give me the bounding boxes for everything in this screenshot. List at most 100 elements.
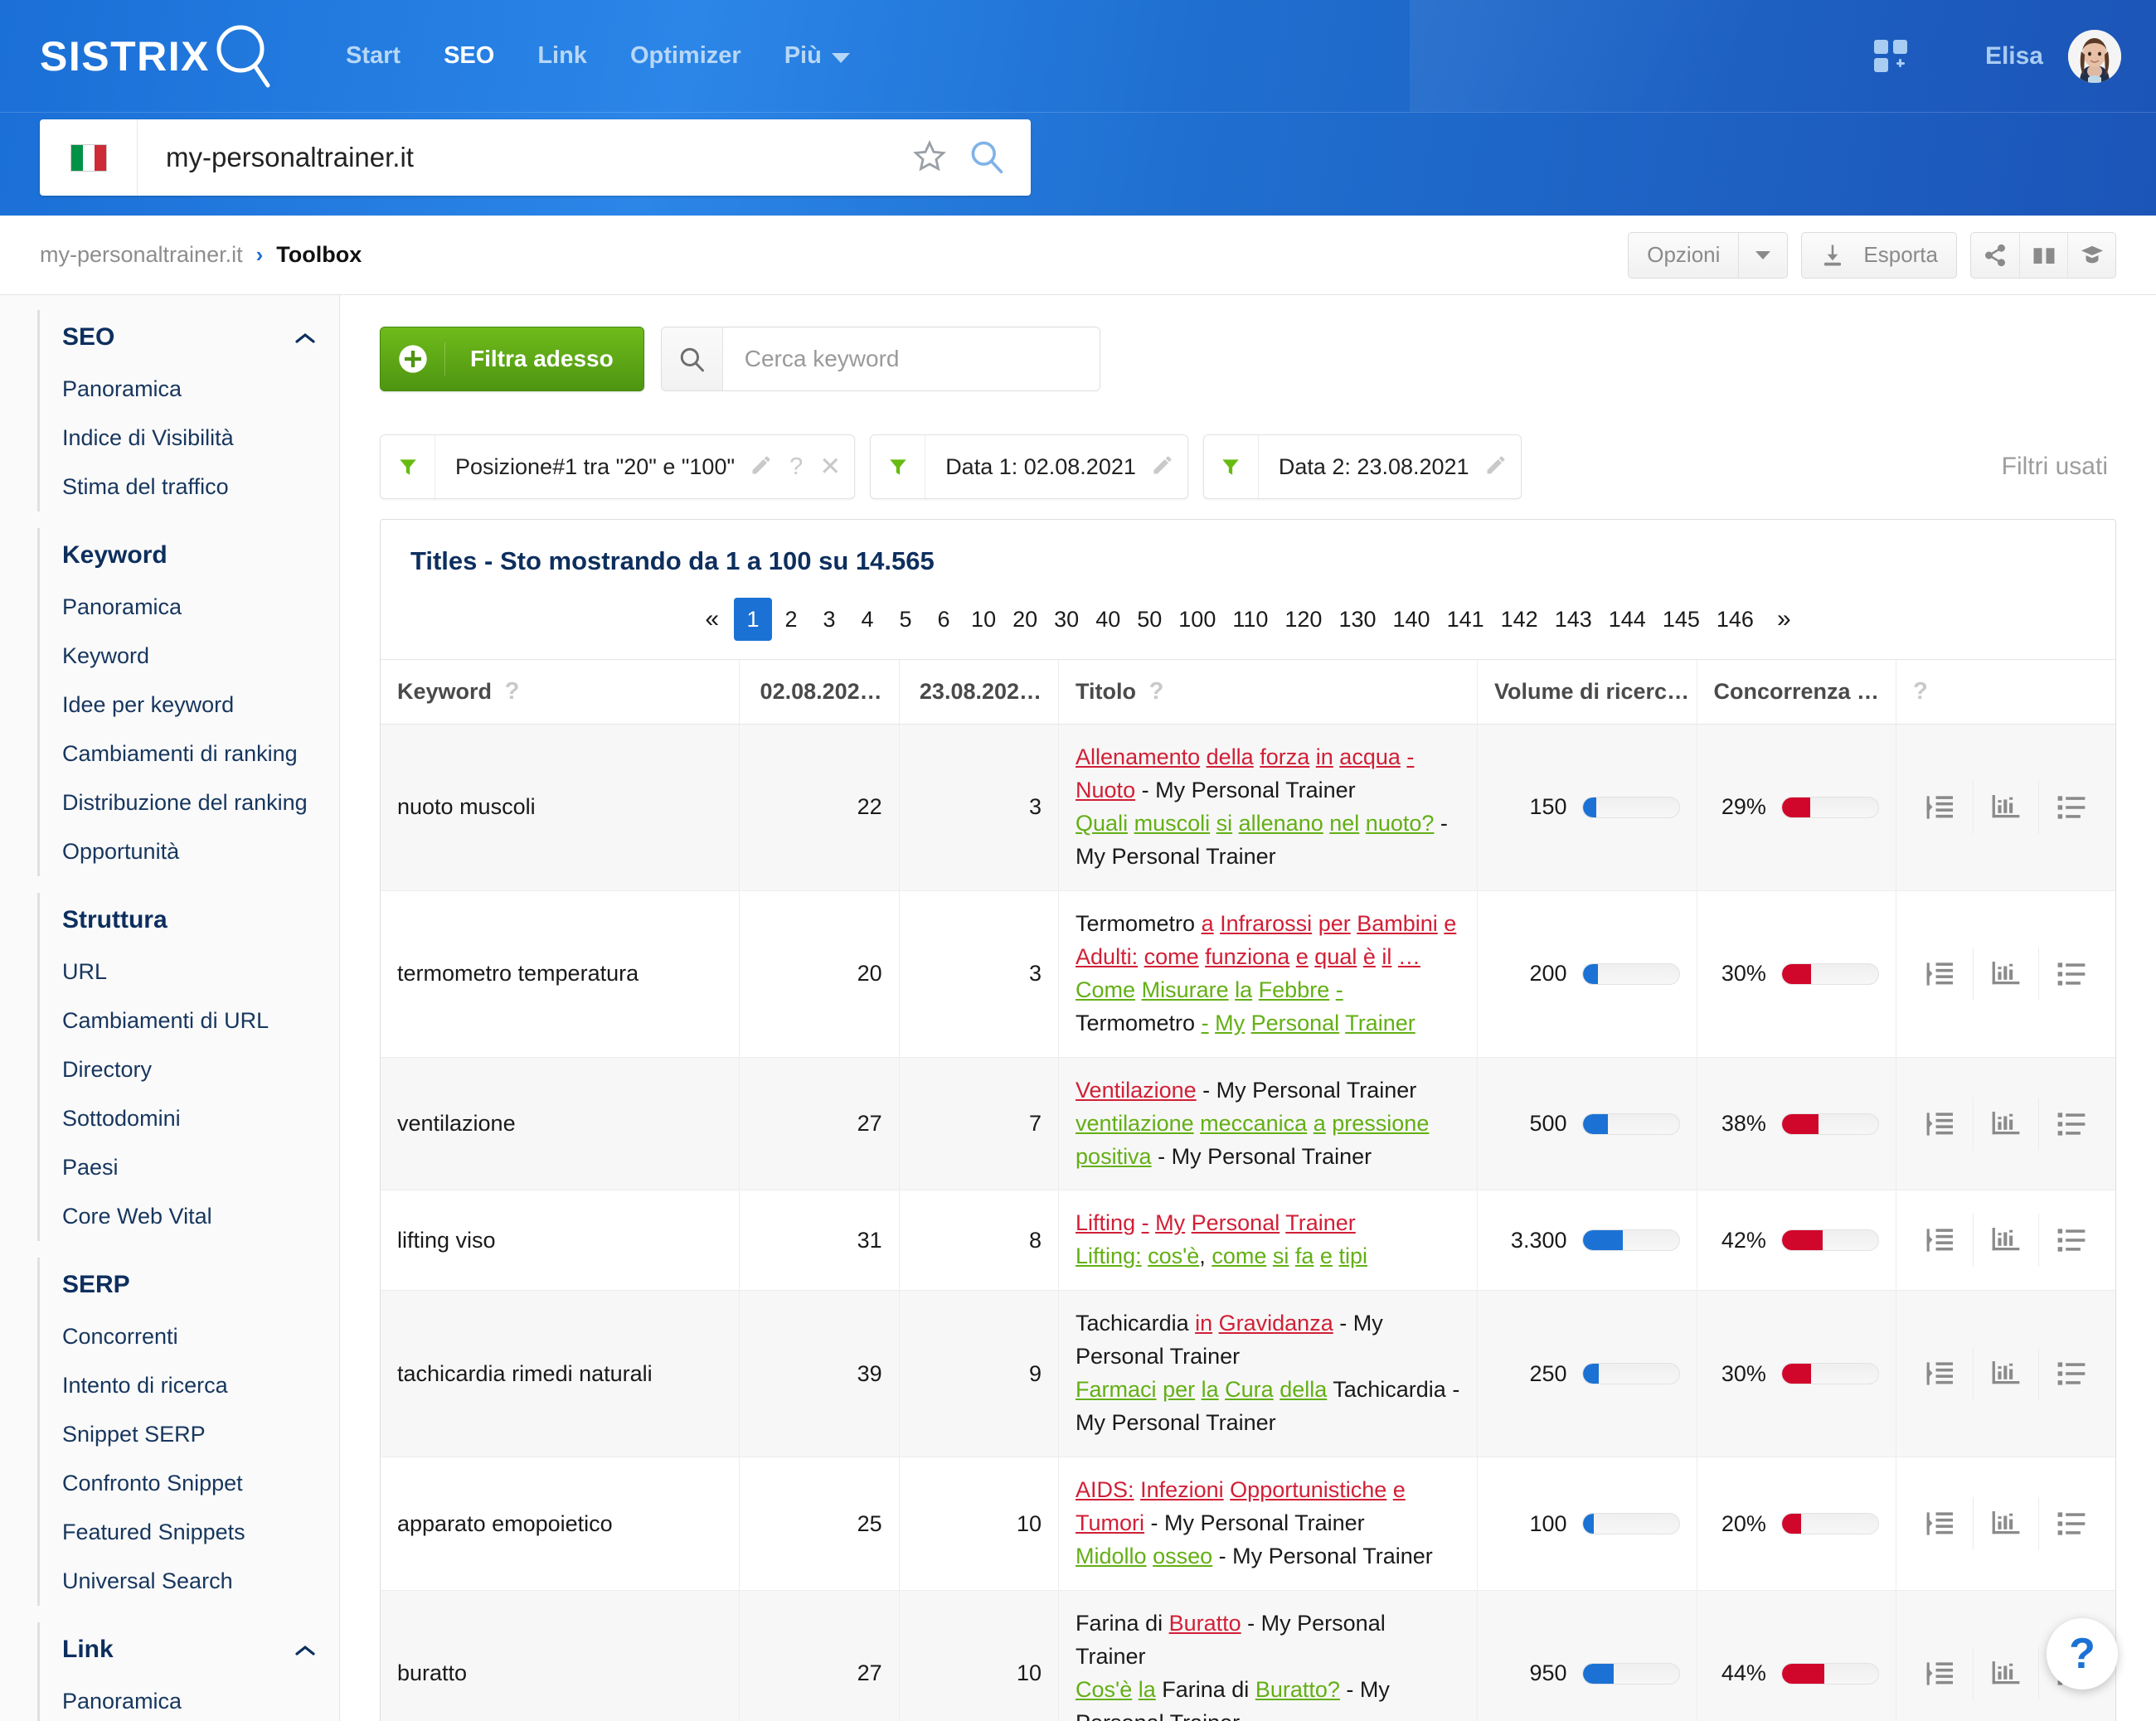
brand-logo[interactable]: SISTRIX (40, 22, 273, 90)
filter-now-button[interactable]: Filtra adesso (380, 327, 644, 391)
list-icon[interactable] (2037, 947, 2104, 1001)
list-icon[interactable] (2037, 780, 2104, 834)
bar-chart-icon[interactable] (1972, 1097, 2038, 1151)
filter-chip-position[interactable]: Posizione#1 tra "20" e "100" ? ✕ (380, 434, 856, 499)
bar-chart-icon[interactable] (1972, 1497, 2038, 1551)
pagination-prev[interactable]: « (690, 598, 734, 641)
cell-keyword[interactable]: buratto (381, 1590, 740, 1721)
pagination-page-130[interactable]: 130 (1330, 598, 1384, 641)
breadcrumb-root[interactable]: my-personaltrainer.it (40, 242, 243, 268)
pagination-page-141[interactable]: 141 (1439, 598, 1493, 641)
list-icon[interactable] (2037, 1347, 2104, 1401)
sidebar-item-distribuzione-ranking[interactable]: Distribuzione del ranking (40, 778, 339, 827)
options-dropdown-toggle[interactable] (1738, 232, 1787, 278)
bar-chart-icon[interactable] (1972, 780, 2038, 834)
pagination-page-1[interactable]: 1 (734, 598, 773, 641)
sidebar-heading-seo[interactable]: SEO (40, 310, 339, 365)
pagination-page-6[interactable]: 6 (925, 598, 963, 641)
avatar[interactable] (2068, 29, 2121, 83)
country-flag-selector[interactable] (40, 119, 138, 196)
indent-list-icon[interactable] (1908, 781, 1973, 834)
sidebar-item-indice-visibilita[interactable]: Indice di Visibilità (40, 414, 339, 463)
pagination-page-110[interactable]: 110 (1224, 598, 1276, 641)
cell-keyword[interactable]: ventilazione (381, 1057, 740, 1191)
academy-icon[interactable] (2067, 232, 2115, 278)
filter-chip-date-1[interactable]: Data 1: 02.08.2021 (870, 434, 1188, 499)
cell-keyword[interactable]: termometro temperatura (381, 890, 740, 1058)
indent-list-icon[interactable] (1908, 1214, 1973, 1267)
cell-keyword[interactable]: apparato emopoietico (381, 1457, 740, 1592)
chevron-up-icon[interactable] (294, 323, 316, 351)
pagination-page-50[interactable]: 50 (1129, 598, 1170, 641)
domain-search-box[interactable]: my-personaltrainer.it (40, 119, 1031, 196)
bar-chart-icon[interactable] (1972, 1646, 2038, 1700)
sidebar-item-paesi[interactable]: Paesi (40, 1143, 339, 1192)
cell-keyword[interactable]: lifting viso (381, 1190, 740, 1292)
list-icon[interactable] (2037, 1097, 2104, 1151)
pagination-page-5[interactable]: 5 (886, 598, 925, 641)
apps-grid-plus-icon[interactable] (1873, 39, 1911, 73)
cell-keyword[interactable]: nuoto muscoli (381, 724, 740, 891)
pagination-page-20[interactable]: 20 (1004, 598, 1046, 641)
keyword-search-box[interactable] (660, 327, 1100, 391)
pagination-next[interactable]: » (1762, 598, 1806, 641)
column-header-date-2[interactable]: 23.08.202… (898, 659, 1059, 725)
star-icon[interactable] (913, 139, 946, 177)
keyword-search-input[interactable] (722, 327, 1100, 390)
indent-list-icon[interactable] (1908, 948, 1973, 1001)
indent-list-icon[interactable] (1908, 1098, 1973, 1151)
sidebar-item-cambiamenti-ranking[interactable]: Cambiamenti di ranking (40, 730, 339, 778)
filter-chip-date-2[interactable]: Data 2: 23.08.2021 (1202, 434, 1522, 499)
sidebar-item-cambiamenti-url[interactable]: Cambiamenti di URL (40, 996, 339, 1045)
sidebar-item-intento-di-ricerca[interactable]: Intento di ricerca (40, 1361, 339, 1410)
sidebar-heading-link[interactable]: Link (40, 1622, 339, 1677)
column-header-keyword[interactable]: Keyword ? (381, 659, 740, 725)
pagination-page-100[interactable]: 100 (1170, 598, 1224, 641)
sidebar-item-concorrenti[interactable]: Concorrenti (40, 1312, 339, 1361)
pagination-page-10[interactable]: 10 (963, 598, 1004, 641)
nav-item-start[interactable]: Start (324, 42, 422, 70)
sidebar-item-panoramica-seo[interactable]: Panoramica (40, 365, 339, 414)
sidebar-item-opportunita[interactable]: Opportunità (40, 827, 339, 876)
column-header-titolo[interactable]: Titolo ? (1058, 659, 1478, 725)
nav-item-more[interactable]: Più (763, 42, 872, 70)
cell-keyword[interactable]: tachicardia rimedi naturali (381, 1290, 740, 1458)
nav-item-seo[interactable]: SEO (422, 42, 516, 70)
domain-search-input[interactable]: my-personaltrainer.it (138, 142, 913, 173)
edit-pencil-icon[interactable] (750, 453, 773, 481)
sidebar-heading-struttura[interactable]: Struttura (40, 893, 339, 948)
sidebar-item-idee-per-keyword[interactable]: Idee per keyword (40, 681, 339, 730)
list-icon[interactable] (2037, 1497, 2104, 1551)
export-button[interactable]: Esporta (1801, 231, 1957, 279)
column-header-concorrenza[interactable]: Concorrenza … (1696, 659, 1896, 725)
nav-item-optimizer[interactable]: Optimizer (609, 42, 763, 70)
edit-pencil-icon[interactable] (1484, 453, 1508, 481)
pagination-page-144[interactable]: 144 (1600, 598, 1654, 641)
chevron-up-icon[interactable] (294, 1636, 316, 1664)
edit-pencil-icon[interactable] (1151, 453, 1174, 481)
nav-item-link[interactable]: Link (516, 42, 609, 70)
sidebar-item-featured-snippets[interactable]: Featured Snippets (40, 1508, 339, 1557)
sidebar-item-keyword[interactable]: Keyword (40, 632, 339, 681)
pagination-page-2[interactable]: 2 (772, 598, 810, 641)
sidebar-heading-keyword[interactable]: Keyword (40, 528, 339, 583)
bar-chart-icon[interactable] (1972, 1214, 2038, 1268)
sidebar-item-panoramica-keyword[interactable]: Panoramica (40, 583, 339, 632)
pagination-page-40[interactable]: 40 (1087, 598, 1129, 641)
options-button[interactable]: Opzioni (1628, 231, 1789, 279)
pagination-page-146[interactable]: 146 (1708, 598, 1762, 641)
share-icon[interactable] (1971, 233, 2019, 278)
help-fab-button[interactable]: ? (2047, 1618, 2118, 1689)
sidebar-item-directory[interactable]: Directory (40, 1045, 339, 1094)
sidebar-item-core-web-vital[interactable]: Core Web Vital (40, 1192, 339, 1241)
sidebar-item-universal-search[interactable]: Universal Search (40, 1557, 339, 1606)
indent-list-icon[interactable] (1908, 1647, 1973, 1700)
indent-list-icon[interactable] (1908, 1347, 1973, 1400)
sidebar-item-snippet-serp[interactable]: Snippet SERP (40, 1410, 339, 1459)
bar-chart-icon[interactable] (1972, 1347, 2038, 1401)
user-name[interactable]: Elisa (1985, 42, 2043, 70)
sidebar-item-url[interactable]: URL (40, 948, 339, 996)
bar-chart-icon[interactable] (1972, 947, 2038, 1001)
pagination-page-4[interactable]: 4 (848, 598, 886, 641)
column-header-date-1[interactable]: 02.08.202… (739, 659, 900, 725)
